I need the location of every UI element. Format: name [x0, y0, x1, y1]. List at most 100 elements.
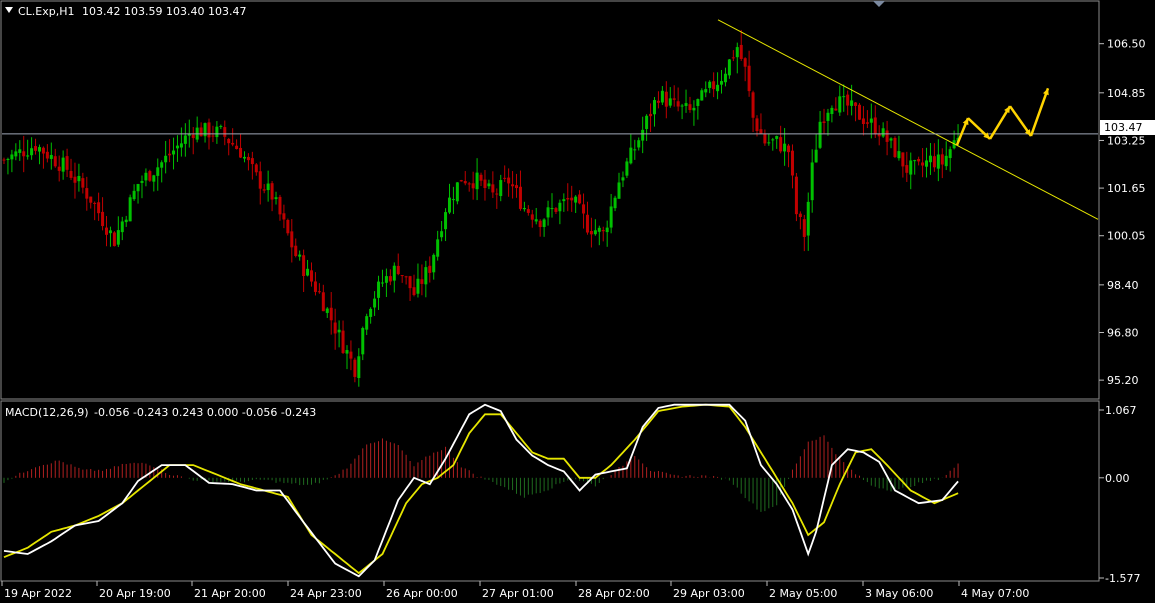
candle-body: [479, 174, 483, 181]
candle-body: [349, 351, 353, 359]
candle-body: [89, 196, 93, 203]
candle-body: [365, 316, 369, 330]
candle-body: [400, 275, 404, 277]
candle-body: [554, 208, 558, 212]
candle-body: [794, 176, 798, 215]
candle-body: [944, 155, 948, 167]
candle-body: [881, 128, 885, 137]
candle-body: [889, 138, 893, 141]
candle-body: [467, 183, 471, 185]
candle-body: [250, 158, 254, 165]
macd-label: MACD(12,26,9): [5, 406, 89, 419]
candle-body: [771, 139, 775, 141]
candle-body: [168, 153, 172, 156]
candle-body: [720, 81, 724, 85]
candle-body: [546, 207, 550, 218]
trendline[interactable]: [717, 19, 1099, 220]
candle-body: [857, 104, 861, 120]
candle-body: [302, 255, 306, 277]
candle-body: [41, 147, 45, 154]
current-price-label: 103.47: [1104, 121, 1143, 134]
candle-body: [34, 146, 38, 151]
candle-body: [37, 147, 41, 152]
macd-tick-label: 0.00: [1105, 472, 1130, 485]
candle-body: [53, 156, 57, 167]
candle-body: [392, 265, 396, 281]
candle-body: [258, 171, 262, 189]
candle-body: [893, 137, 897, 158]
candle-body: [45, 151, 49, 159]
candle-body: [459, 180, 463, 182]
candle-body: [538, 220, 542, 228]
candle-body: [270, 183, 274, 200]
candle-body: [656, 100, 660, 103]
candle-body: [913, 160, 917, 162]
time-tick-label: 4 May 07:00: [961, 587, 1029, 600]
candle-body: [518, 186, 522, 209]
shift-marker-icon[interactable]: [873, 1, 885, 7]
candle-body: [140, 181, 144, 183]
candle-body: [231, 142, 235, 145]
candle-body: [416, 278, 420, 294]
candle-body: [6, 158, 10, 160]
projection-arrowhead: [1043, 88, 1049, 96]
price-tick-label: 106.50: [1107, 38, 1146, 51]
candle-body: [818, 121, 822, 148]
candle-body: [455, 182, 459, 202]
time-tick-label: 20 Apr 19:00: [99, 587, 171, 600]
candle-body: [767, 142, 771, 144]
candle-body: [156, 167, 160, 176]
price-tick-label: 101.65: [1107, 182, 1146, 195]
candle-body: [282, 213, 286, 220]
time-tick-label: 27 Apr 01:00: [482, 587, 554, 600]
candle-body: [61, 157, 65, 172]
candle-body: [148, 171, 152, 181]
candle-body: [242, 156, 246, 159]
price-tick-label: 95.20: [1107, 374, 1139, 387]
candle-body: [589, 230, 593, 235]
candle-body: [901, 152, 905, 167]
candle-body: [290, 231, 294, 248]
candle-body: [566, 198, 570, 200]
candle-body: [325, 308, 329, 313]
candle-body: [172, 150, 176, 155]
chart-canvas[interactable]: 106.50 104.85 103.25 101.65 100.05 98.40 96.80…: [0, 0, 1155, 603]
time-tick-label: 26 Apr 00:00: [386, 587, 458, 600]
candle-body: [298, 254, 302, 257]
candle-body: [755, 118, 759, 132]
candle-body: [310, 270, 314, 282]
projection-arrow: [1029, 87, 1050, 137]
candle-body: [731, 57, 735, 59]
candle-body: [649, 113, 653, 117]
candle-body: [747, 65, 751, 92]
macd-tick-label: -1.577: [1105, 572, 1140, 585]
candle-body: [108, 230, 112, 234]
candle-body: [164, 155, 168, 163]
candle-body: [369, 308, 373, 317]
candle-body: [822, 121, 826, 123]
candle-body: [503, 177, 507, 179]
candle-body: [105, 227, 109, 235]
candle-body: [562, 199, 566, 202]
candle-body: [763, 133, 767, 144]
candle-body: [542, 219, 546, 227]
candle-body: [854, 102, 858, 106]
candle-body: [361, 328, 365, 355]
candle-body: [341, 330, 345, 353]
candle-body: [692, 107, 696, 111]
candle-body: [313, 281, 317, 292]
candle-body: [814, 149, 818, 163]
collapse-triangle-icon[interactable]: [5, 7, 13, 13]
candle-body: [625, 161, 629, 176]
candle-body: [637, 140, 641, 148]
candle-body: [321, 292, 325, 312]
candle-body: [570, 197, 574, 201]
candle-body: [436, 239, 440, 257]
candle-body: [215, 126, 219, 138]
candle-body: [116, 230, 120, 245]
candle-body: [440, 231, 444, 238]
time-tick-label: 2 May 05:00: [769, 587, 837, 600]
candle-body: [81, 178, 85, 188]
candle-body: [345, 350, 349, 354]
candle-body: [211, 135, 215, 137]
